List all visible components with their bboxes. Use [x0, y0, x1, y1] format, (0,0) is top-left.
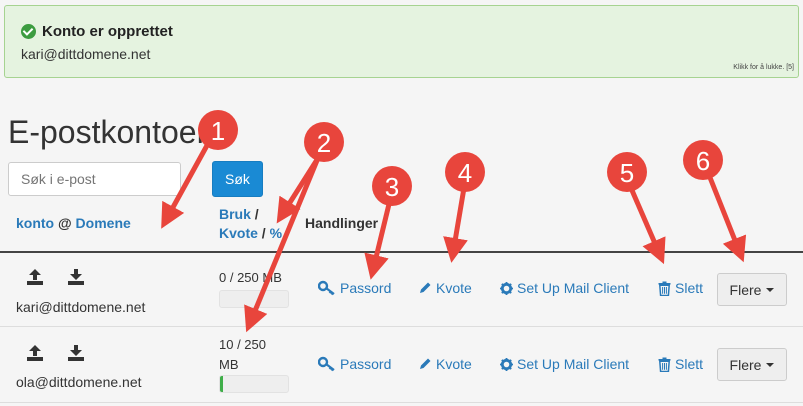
header-at: @ [58, 215, 72, 231]
annotation-5-label: 5 [620, 158, 634, 188]
row-usage: 0 / 250 MB [219, 270, 282, 285]
header-slash: / [254, 206, 259, 222]
sort-account-link[interactable]: konto [16, 215, 54, 231]
header-actions: Handlinger [305, 215, 379, 231]
trash-icon [658, 281, 671, 296]
annotation-4: 4 [443, 152, 485, 263]
page-title: E-postkontoer [8, 114, 208, 150]
sort-quota-link[interactable]: Kvote [219, 225, 258, 241]
alert-email: kari@dittdomene.net [21, 46, 151, 62]
row-email: kari@dittdomene.net [16, 299, 146, 315]
mail-client-label: Set Up Mail Client [517, 356, 630, 372]
check-circle-icon [21, 24, 36, 39]
quota-label: Kvote [436, 280, 472, 296]
header-divider [0, 251, 803, 253]
delete-action[interactable]: Slett [658, 356, 703, 372]
row-usage: 10 / 250 MB [219, 337, 266, 372]
usage-progress-fill [220, 376, 223, 392]
delete-action[interactable]: Slett [658, 280, 703, 296]
quota-action[interactable]: Kvote [418, 356, 472, 372]
download-icon[interactable] [67, 268, 85, 286]
annotation-3-label: 3 [385, 172, 399, 202]
alert-close-link[interactable]: Klikk for å lukke. [5] [733, 64, 794, 71]
password-action[interactable]: Passord [318, 280, 391, 296]
annotation-6-label: 6 [696, 146, 710, 176]
pencil-icon [420, 358, 431, 369]
delete-label: Slett [675, 280, 704, 296]
annotation-4-label: 4 [458, 158, 472, 188]
delete-label: Slett [675, 356, 704, 372]
sort-usage-link[interactable]: Bruk [219, 206, 251, 222]
more-dropdown-button[interactable]: Flere [717, 348, 787, 381]
success-alert: Konto er opprettet kari@dittdomene.net K… [4, 5, 799, 78]
key-icon [318, 356, 335, 372]
more-dropdown-button[interactable]: Flere [717, 273, 787, 306]
header-account: konto @ Domene [16, 215, 131, 231]
gear-icon [500, 357, 513, 371]
quota-label: Kvote [436, 356, 472, 372]
trash-icon [658, 357, 671, 372]
row-divider [0, 326, 803, 327]
password-action[interactable]: Passord [318, 356, 391, 372]
alert-title: Konto er opprettet [42, 23, 173, 40]
mail-client-label: Set Up Mail Client [517, 280, 630, 296]
password-label: Passord [340, 280, 392, 296]
header-slash-2: / [261, 225, 266, 241]
upload-icon[interactable] [26, 268, 44, 286]
annotation-2-label: 2 [317, 128, 331, 158]
quota-action[interactable]: Kvote [418, 280, 472, 296]
search-input[interactable] [8, 162, 181, 196]
more-label: Flere [729, 356, 762, 373]
header-quota: Kvote / % [219, 225, 282, 241]
row-email: ola@dittdomene.net [16, 374, 142, 390]
annotation-5: 5 [607, 152, 666, 265]
password-label: Passord [340, 356, 392, 372]
pencil-icon [420, 282, 431, 293]
mail-client-action[interactable]: Set Up Mail Client [500, 280, 629, 296]
caret-down-icon [766, 287, 775, 292]
alert-title-wrap: Konto er opprettet [21, 23, 173, 40]
more-label: Flere [729, 281, 762, 298]
sort-domain-link[interactable]: Domene [76, 215, 131, 231]
mail-client-action[interactable]: Set Up Mail Client [500, 356, 629, 372]
search-button[interactable]: Søk [212, 161, 263, 197]
annotation-6: 6 [683, 140, 747, 263]
header-usage: Bruk / [219, 206, 259, 222]
usage-progress-bar [219, 375, 289, 393]
gear-icon [500, 281, 513, 295]
annotation-1-label: 1 [211, 116, 225, 146]
usage-progress-bar [219, 290, 289, 308]
caret-down-icon [766, 362, 775, 367]
row-divider [0, 402, 803, 403]
key-icon [318, 280, 335, 296]
upload-icon[interactable] [26, 344, 44, 362]
sort-percent-link[interactable]: % [270, 225, 282, 241]
download-icon[interactable] [67, 344, 85, 362]
